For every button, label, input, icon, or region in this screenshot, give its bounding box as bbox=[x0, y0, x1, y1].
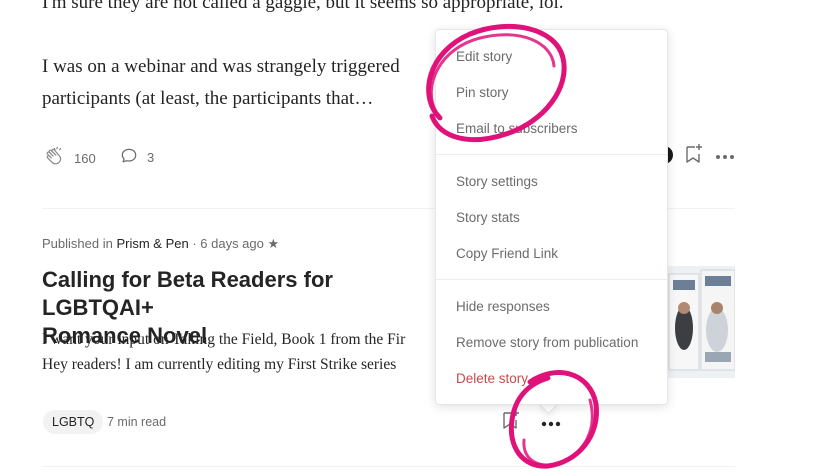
menu-item-delete-story[interactable]: Delete story bbox=[456, 371, 528, 386]
story1-more-button[interactable] bbox=[713, 148, 737, 164]
read-time: 7 min read bbox=[107, 415, 167, 429]
responses-count: 3 bbox=[147, 150, 155, 165]
menu-separator bbox=[436, 279, 667, 280]
more-horizontal-icon bbox=[541, 414, 561, 432]
menu-item-edit-story[interactable]: Edit story bbox=[456, 49, 512, 64]
member-only-star-icon: ★ bbox=[267, 236, 280, 251]
story1-bookmark-button[interactable] bbox=[683, 143, 705, 170]
story2-excerpt-line2: Hey readers! I am currently editing my F… bbox=[42, 356, 397, 373]
story2-more-button[interactable] bbox=[539, 416, 563, 430]
menu-item-copy-friend-link[interactable]: Copy Friend Link bbox=[456, 246, 558, 261]
menu-item-remove-from-publication[interactable]: Remove story from publication bbox=[456, 335, 638, 350]
clap-count: 160 bbox=[74, 151, 96, 166]
responses-stat[interactable]: 3 bbox=[119, 146, 154, 169]
menu-item-pin-story[interactable]: Pin story bbox=[456, 85, 509, 100]
story1-excerpt-line2: participants (at least, the participants… bbox=[42, 88, 374, 109]
menu-item-story-settings[interactable]: Story settings bbox=[456, 174, 538, 189]
menu-item-hide-responses[interactable]: Hide responses bbox=[456, 299, 550, 314]
story2-thumbnail[interactable] bbox=[667, 266, 735, 378]
clap-stat[interactable]: 160 bbox=[44, 146, 96, 171]
clap-icon bbox=[44, 146, 66, 171]
story2-meta: Published in Prism & Pen · 6 days ago ★ bbox=[42, 236, 279, 252]
story-age: · 6 days ago bbox=[192, 236, 264, 251]
menu-item-story-stats[interactable]: Story stats bbox=[456, 210, 520, 225]
story-actions-menu: Edit story Pin story Email to subscriber… bbox=[435, 29, 668, 405]
publication-link[interactable]: Prism & Pen bbox=[116, 236, 188, 251]
story2-bookmark-button[interactable] bbox=[500, 409, 522, 436]
published-in-label: Published in bbox=[42, 236, 113, 251]
more-horizontal-icon bbox=[715, 147, 735, 165]
menu-separator bbox=[436, 154, 667, 155]
story-divider bbox=[42, 466, 735, 467]
story2-title-line1: Calling for Beta Readers for LGBTQAI+ bbox=[42, 267, 333, 320]
story1-excerpt-line1: I was on a webinar and was strangely tri… bbox=[42, 56, 400, 77]
story1-excerpt-cut: I'm sure they are not called a gaggle, b… bbox=[42, 0, 564, 13]
menu-item-email-subscribers[interactable]: Email to subscribers bbox=[456, 121, 578, 136]
bookmark-add-icon bbox=[684, 143, 704, 170]
tag-chip[interactable]: LGBTQ bbox=[43, 410, 104, 434]
speech-bubble-icon bbox=[119, 146, 139, 169]
story2-excerpt-line1: I want your input on Taking the Field, B… bbox=[42, 331, 406, 348]
bookmark-add-icon bbox=[501, 409, 521, 436]
